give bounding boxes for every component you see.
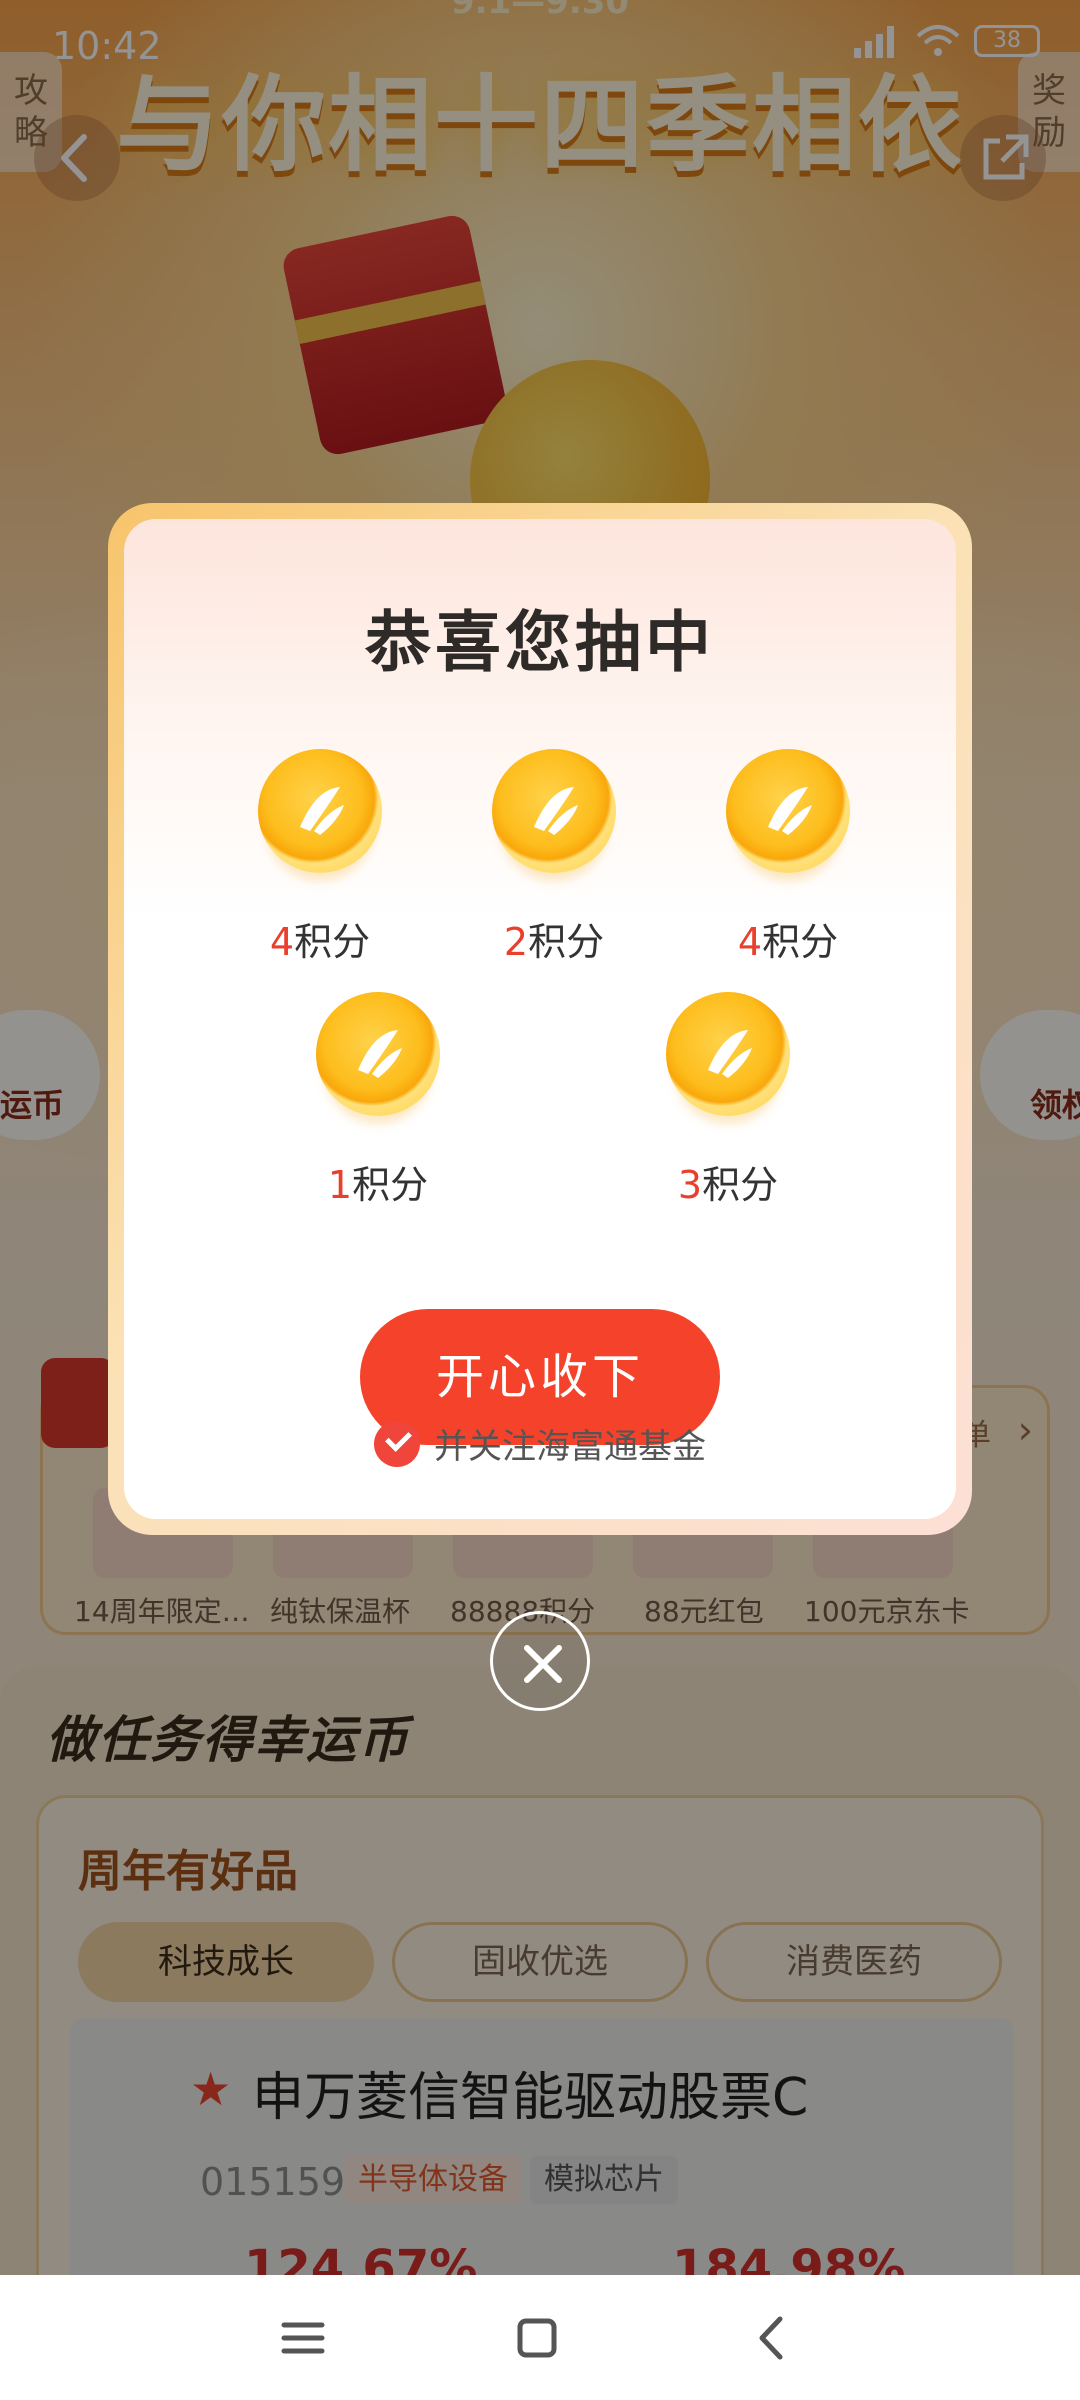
reward-unit: 积分: [762, 920, 839, 964]
follow-row: 并关注海富通基金: [124, 1419, 956, 1479]
reward-label: 1积分: [288, 1154, 468, 1209]
reward-item: 1积分: [288, 992, 468, 1209]
reward-amount: 4: [269, 920, 295, 964]
reward-amount: 1: [327, 1163, 353, 1207]
reward-item: 2积分: [464, 749, 644, 966]
reward-amount: 3: [677, 1163, 703, 1207]
banana-coin-icon: [726, 749, 850, 873]
banana-coin-icon: [666, 992, 790, 1116]
reward-label: 2积分: [464, 911, 644, 966]
check-circle-icon[interactable]: [374, 1420, 420, 1467]
reward-item: 3积分: [638, 992, 818, 1209]
back-nav-icon[interactable]: [738, 2303, 808, 2373]
reward-amount: 4: [737, 920, 763, 964]
dialog-title: 恭喜您抽中: [365, 604, 715, 681]
close-dialog-button[interactable]: [490, 1611, 590, 1711]
close-icon[interactable]: [521, 1642, 565, 1686]
follow-checkbox[interactable]: 并关注海富通基金: [374, 1419, 706, 1468]
banana-coin-icon: [492, 749, 616, 873]
reward-label: 4积分: [230, 911, 410, 966]
reward-dialog: 恭喜您抽中 4积分 2积分 4积分 1积分 3积分 开心收下 并关注海富通基金: [108, 503, 972, 1535]
reward-dialog-body: 恭喜您抽中 4积分 2积分 4积分 1积分 3积分 开心收下 并关注海富通基金: [124, 519, 956, 1519]
reward-item: 4积分: [698, 749, 878, 966]
reward-unit: 积分: [702, 1163, 779, 1207]
reward-label: 4积分: [698, 911, 878, 966]
reward-item: 4积分: [230, 749, 410, 966]
follow-text[interactable]: 并关注海富通基金: [434, 1419, 706, 1468]
reward-amount: 2: [503, 920, 529, 964]
menu-icon[interactable]: [268, 2303, 338, 2373]
reward-unit: 积分: [352, 1163, 429, 1207]
banana-coin-icon: [316, 992, 440, 1116]
system-nav-bar: [0, 2275, 1080, 2400]
reward-unit: 积分: [294, 920, 371, 964]
banana-coin-icon: [258, 749, 382, 873]
reward-label: 3积分: [638, 1154, 818, 1209]
reward-unit: 积分: [528, 920, 605, 964]
home-icon[interactable]: [502, 2303, 572, 2373]
